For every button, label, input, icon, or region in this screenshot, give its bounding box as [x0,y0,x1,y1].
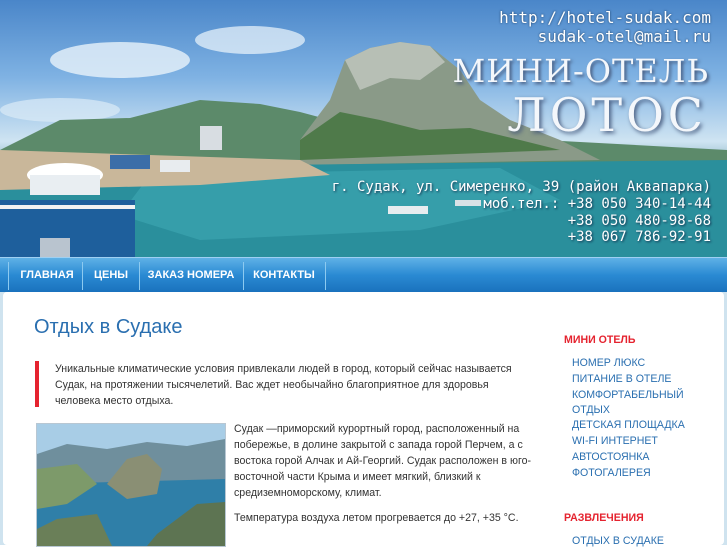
site-url-text: http://hotel-sudak.com [499,8,711,27]
site-email-text: sudak-otel@mail.ru [537,27,711,46]
sidebar-item-comfort[interactable]: КОМФОРТАБЕЛЬНЫЙ ОТДЫХ [572,388,722,418]
nav-booking[interactable]: ЗАКАЗ НОМЕРА [143,258,239,292]
intro-accent-bar [35,361,39,407]
sidebar-item-gallery[interactable]: ФОТОГАЛЕРЕЯ [572,466,722,481]
sidebar-heading-mini-hotel: МИНИ ОТЕЛЬ [564,334,636,346]
nav-separator [325,262,326,290]
body-paragraph-1: Судак —приморский курортный город, распо… [234,423,531,499]
brand-logo-line1: МИНИ-ОТЕЛЬ [452,52,709,90]
sidebar-item-food[interactable]: ПИТАНИЕ В ОТЕЛЕ [572,372,722,387]
sidebar-item-lux-room[interactable]: НОМЕР ЛЮКС [572,356,722,371]
phone-mobile-2: +38 050 480-98-68 [567,213,711,229]
brand-logo-line2: ЛОТОС [507,88,707,142]
page-title: Отдых в Судаке [34,316,183,338]
main-nav: ГЛАВНАЯ ЦЕНЫ ЗАКАЗ НОМЕРА КОНТАКТЫ [0,257,727,292]
nav-separator [139,262,140,290]
sidebar-item-wifi[interactable]: WI-FI ИНТЕРНЕТ [572,434,722,449]
address-text: г. Судак, ул. Симеренко, 39 (район Аквап… [331,179,711,195]
sidebar-item-rest-in-sudak[interactable]: ОТДЫХ В СУДАКЕ [572,534,722,549]
nav-separator [8,262,9,290]
sudak-bay-photo [36,423,226,547]
nav-home[interactable]: ГЛАВНАЯ [14,258,80,292]
body-paragraph-2: Температура воздуха летом прогревается д… [234,512,519,524]
page: http://hotel-sudak.com sudak-otel@mail.r… [0,0,727,547]
intro-text: Уникальные климатические условия привлек… [55,363,512,407]
content-area: Отдых в Судаке Уникальные климатические … [3,292,724,547]
sidebar-heading-entertainment: РАЗВЛЕЧЕНИЯ [564,512,644,524]
sidebar-item-parking[interactable]: АВТОСТОЯНКА [572,450,722,465]
phone-mobile-3: +38 067 786-92-91 [567,229,711,245]
phone-mobile-1: моб.тел.: +38 050 340-14-44 [483,196,711,212]
header-banner: http://hotel-sudak.com sudak-otel@mail.r… [0,0,727,257]
nav-separator [243,262,244,290]
sidebar-item-playground[interactable]: ДЕТСКАЯ ПЛОЩАДКА [572,418,722,433]
nav-contacts[interactable]: КОНТАКТЫ [248,258,320,292]
nav-prices[interactable]: ЦЕНЫ [86,258,136,292]
nav-separator [82,262,83,290]
